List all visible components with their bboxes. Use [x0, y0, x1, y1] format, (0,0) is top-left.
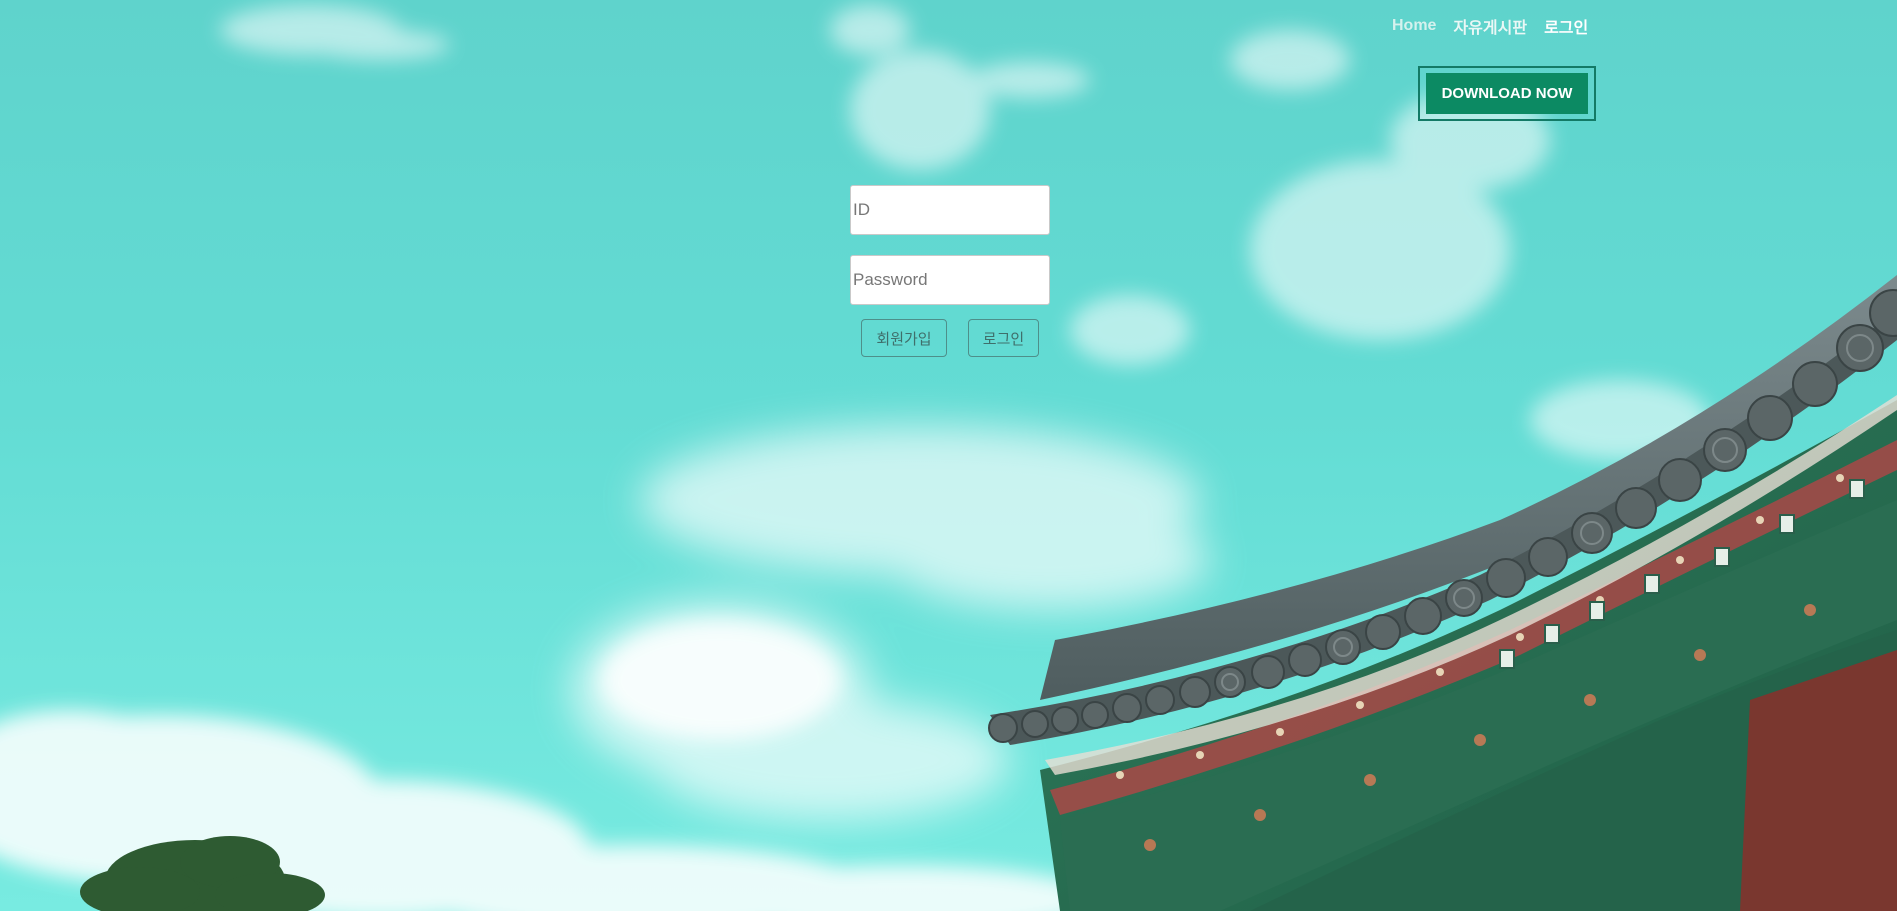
top-nav: Home 자유게시판 로그인: [1392, 14, 1588, 38]
background-image: [0, 0, 1897, 911]
download-button-frame: DOWNLOAD NOW: [1418, 66, 1596, 121]
download-now-button[interactable]: DOWNLOAD NOW: [1426, 73, 1588, 114]
nav-login-link[interactable]: 로그인: [1544, 14, 1588, 38]
form-button-row: 회원가입 로그인: [861, 319, 1039, 357]
nav-home-link[interactable]: Home: [1392, 17, 1436, 35]
signup-button[interactable]: 회원가입: [861, 319, 947, 357]
login-form: 회원가입 로그인: [850, 185, 1050, 357]
login-button[interactable]: 로그인: [968, 319, 1039, 357]
password-input[interactable]: [850, 255, 1050, 305]
id-input[interactable]: [850, 185, 1050, 235]
login-page: Home 자유게시판 로그인 DOWNLOAD NOW 회원가입 로그인: [0, 0, 1897, 911]
nav-board-link[interactable]: 자유게시판: [1453, 14, 1527, 38]
